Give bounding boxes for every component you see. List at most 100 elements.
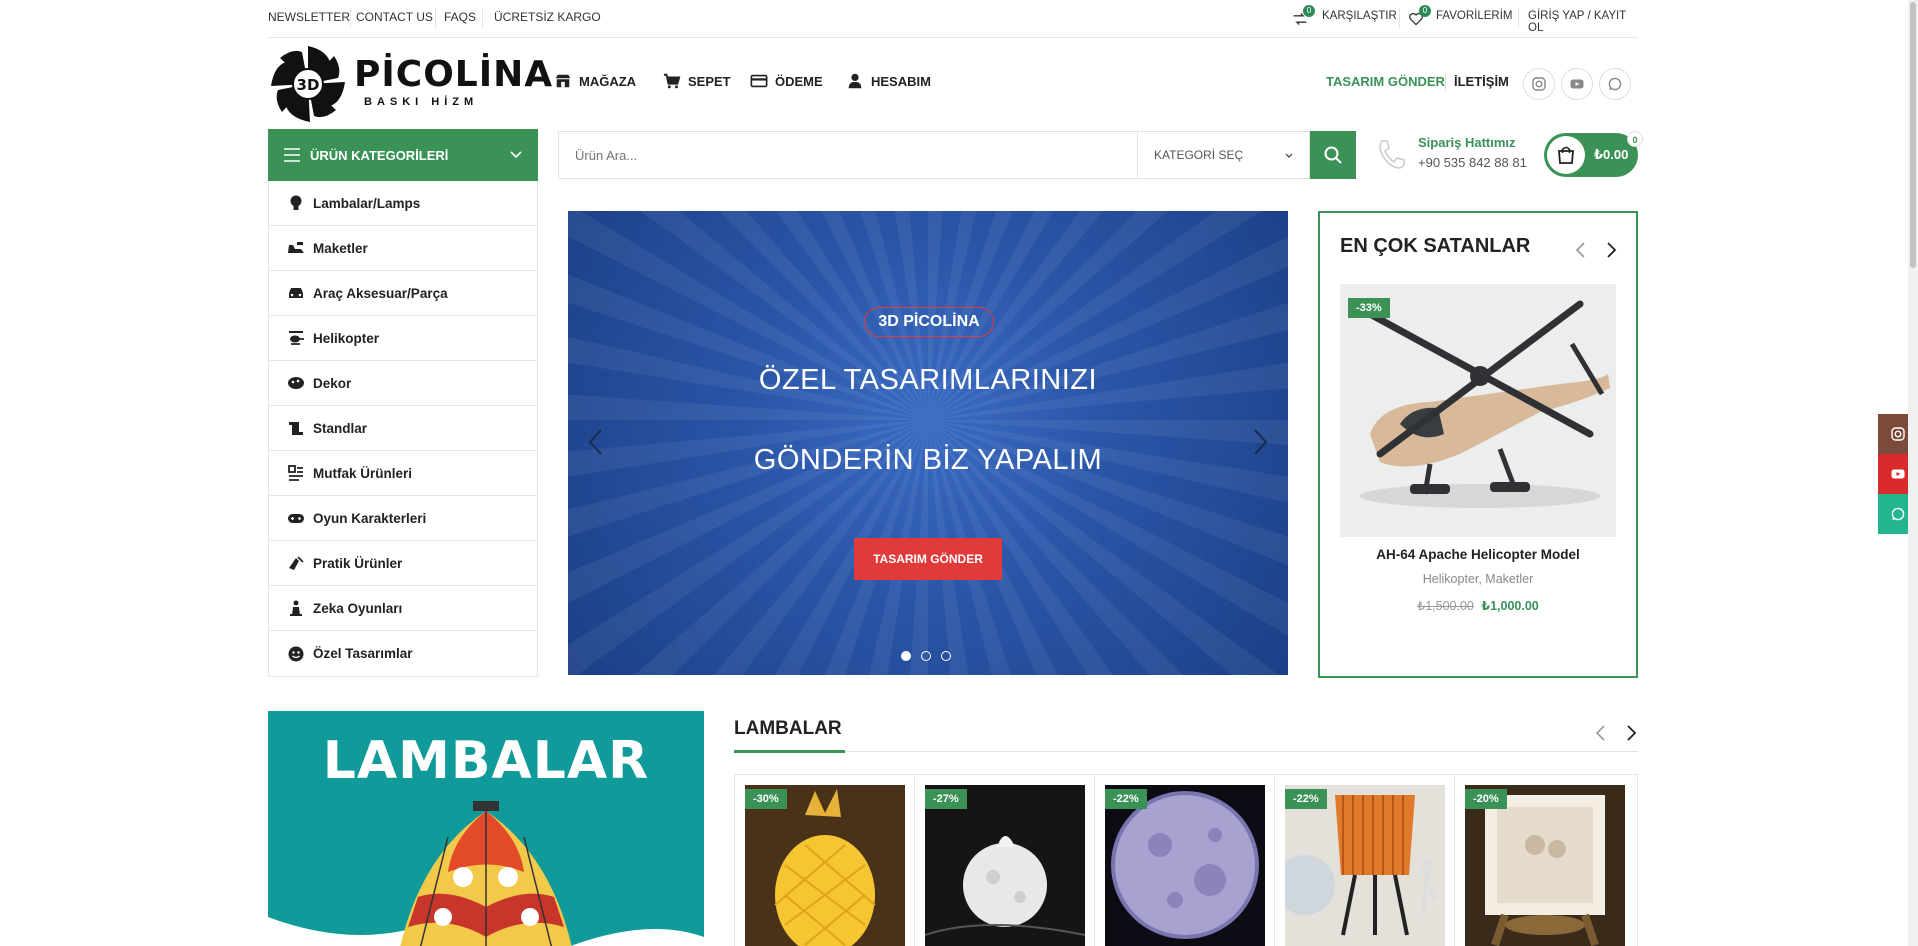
- product-card[interactable]: -30%: [735, 775, 915, 946]
- product-name[interactable]: AH-64 Apache Helicopter Model: [1320, 547, 1636, 562]
- category-item-game-characters[interactable]: Oyun Karakterleri: [269, 496, 537, 541]
- category-item-kitchen[interactable]: Mutfak Ürünleri: [269, 451, 537, 496]
- category-select-value: KATEGORİ SEÇ: [1154, 148, 1244, 162]
- hero-tag: 3D PİCOLİNA: [864, 307, 994, 337]
- product-image[interactable]: [1465, 785, 1625, 946]
- compare-icon[interactable]: 0: [1292, 5, 1315, 28]
- header-whatsapp-button[interactable]: [1599, 68, 1631, 100]
- faqs-link[interactable]: FAQS: [444, 10, 476, 24]
- nav-checkout-label: ÖDEME: [775, 73, 823, 89]
- divider: [1518, 8, 1519, 28]
- category-item-helicopter[interactable]: Helikopter: [269, 316, 537, 361]
- phone-icon: [1379, 140, 1405, 169]
- slider-dot-2[interactable]: [921, 651, 931, 661]
- product-image[interactable]: [745, 785, 905, 946]
- hotline-number[interactable]: +90 535 842 88 81: [1418, 155, 1527, 170]
- chevron-down-icon: [1285, 153, 1293, 158]
- category-item-custom-designs[interactable]: Özel Tasarımlar: [269, 631, 537, 676]
- chevron-left-icon[interactable]: [1574, 241, 1588, 259]
- search-input[interactable]: [559, 132, 1139, 178]
- slider-dot-3[interactable]: [941, 651, 951, 661]
- header-youtube-button[interactable]: [1561, 68, 1593, 100]
- product-categories-toggle[interactable]: ÜRÜN KATEGORİLERİ: [268, 129, 538, 181]
- product-card[interactable]: -27%: [915, 775, 1095, 946]
- header-instagram-button[interactable]: [1523, 68, 1555, 100]
- category-item-lamps[interactable]: Lambalar/Lamps: [269, 181, 537, 226]
- product-image[interactable]: [925, 785, 1085, 946]
- lamps-banner[interactable]: LAMBALAR: [268, 711, 704, 946]
- chevron-down-icon: [510, 151, 522, 159]
- category-label: Standlar: [313, 420, 368, 436]
- category-select[interactable]: KATEGORİ SEÇ: [1138, 131, 1310, 179]
- kitchen-icon: [288, 465, 303, 481]
- category-label: Mutfak Ürünleri: [313, 465, 413, 481]
- category-label: Maketler: [313, 240, 368, 256]
- decor-icon: [288, 377, 304, 389]
- section-divider: [734, 751, 1638, 752]
- logo-title: PİCOLİNA: [354, 54, 554, 95]
- product-card[interactable]: -22%: [1275, 775, 1455, 946]
- hero-heading-line-1: ÖZEL TASARIMLARINIZI: [758, 364, 1098, 396]
- newsletter-link[interactable]: NEWSLETTER: [268, 10, 350, 24]
- compare-link[interactable]: KARŞILAŞTIR: [1322, 10, 1397, 22]
- divider: [350, 8, 351, 28]
- product-image[interactable]: -33%: [1340, 284, 1616, 537]
- site-logo[interactable]: 3D PİCOLİNA BASKI HİZM: [268, 44, 552, 124]
- category-label: Zeka Oyunları: [313, 600, 403, 616]
- gamepad-icon: [288, 514, 304, 523]
- send-design-link[interactable]: TASARIM GÖNDER: [1326, 74, 1445, 89]
- category-item-puzzles[interactable]: Zeka Oyunları: [269, 586, 537, 631]
- user-icon: [848, 73, 862, 89]
- hero-send-design-button[interactable]: TASARIM GÖNDER: [854, 538, 1002, 580]
- product-image[interactable]: [1105, 785, 1265, 946]
- cart-button[interactable]: ₺0.00: [1544, 133, 1638, 177]
- logo-subtitle: BASKI HİZM: [364, 96, 479, 108]
- logo-mark-text: 3D: [297, 76, 320, 94]
- nav-store[interactable]: MAĞAZA: [554, 72, 636, 90]
- chevron-right-icon[interactable]: [1624, 724, 1638, 742]
- discount-badge: -30%: [745, 789, 787, 809]
- nav-account[interactable]: HESABIM: [846, 72, 931, 90]
- old-price: ₺1,500.00: [1417, 599, 1474, 613]
- product-card[interactable]: -22%: [1095, 775, 1275, 946]
- discount-badge: -20%: [1465, 789, 1507, 809]
- product-card[interactable]: -20%: [1455, 775, 1635, 946]
- divider: [482, 8, 483, 28]
- slider-prev-icon[interactable]: [586, 427, 606, 457]
- chevron-right-icon[interactable]: [1604, 241, 1618, 259]
- category-item-stands[interactable]: Standlar: [269, 406, 537, 451]
- hero-heading-line-2: GÖNDERİN BİZ YAPALIM: [753, 444, 1103, 476]
- contact-link[interactable]: İLETİŞİM: [1454, 74, 1509, 89]
- product-categories[interactable]: Helikopter, Maketler: [1320, 572, 1636, 586]
- category-item-car-accessories[interactable]: Araç Aksesuar/Parça: [269, 271, 537, 316]
- category-label: Araç Aksesuar/Parça: [313, 285, 448, 301]
- chevron-left-icon[interactable]: [1594, 724, 1608, 742]
- nav-cart[interactable]: SEPET: [663, 72, 731, 90]
- free-shipping-link[interactable]: ÜCRETSİZ KARGO: [494, 10, 601, 24]
- chess-icon: [290, 600, 302, 616]
- search-button[interactable]: [1310, 131, 1356, 179]
- heart-icon[interactable]: 0: [1408, 5, 1431, 28]
- slider-dots: [901, 651, 951, 661]
- slider-dot-1[interactable]: [901, 651, 911, 661]
- product-image[interactable]: [1285, 785, 1445, 946]
- nav-store-label: MAĞAZA: [579, 73, 637, 89]
- category-item-decor[interactable]: Dekor: [269, 361, 537, 406]
- cart-amount: ₺0.00: [1594, 147, 1629, 162]
- category-label: Dekor: [313, 375, 352, 391]
- lamps-banner-text: LAMBALAR: [322, 731, 650, 791]
- best-sellers-title: EN ÇOK SATANLAR: [1340, 235, 1531, 257]
- category-item-models[interactable]: Maketler: [269, 226, 537, 271]
- category-item-practical[interactable]: Pratik Ürünler: [269, 541, 537, 586]
- lithophane-lamp-image: [1465, 785, 1625, 946]
- stand-icon: [289, 422, 303, 435]
- contact-us-link[interactable]: CONTACT US: [356, 10, 433, 24]
- favorites-link[interactable]: FAVORİLERİM: [1436, 10, 1512, 22]
- nav-checkout[interactable]: ÖDEME: [750, 72, 823, 90]
- slider-next-icon[interactable]: [1250, 427, 1270, 457]
- discount-badge: -22%: [1105, 789, 1147, 809]
- divider: [435, 8, 436, 28]
- category-list: Lambalar/Lamps Maketler Araç Aksesuar/Pa…: [268, 181, 538, 677]
- login-register-link[interactable]: GİRİŞ YAP / KAYIT OL: [1528, 10, 1638, 34]
- scrollbar-thumb[interactable]: [1910, 2, 1916, 268]
